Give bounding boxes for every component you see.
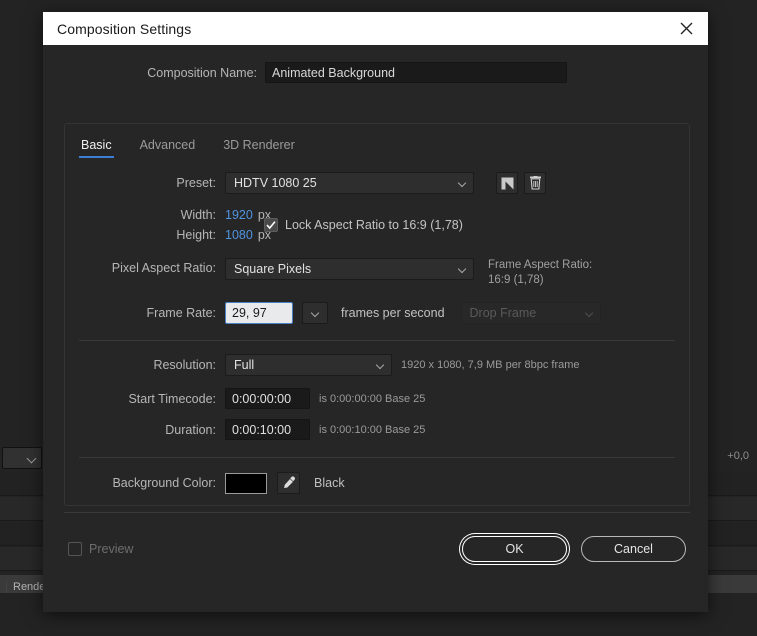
ok-button[interactable]: OK xyxy=(462,536,567,562)
footer-buttons: OK Cancel xyxy=(462,536,686,562)
resolution-value: Full xyxy=(234,358,254,372)
delete-preset-button[interactable] xyxy=(524,172,546,194)
save-preset-icon xyxy=(501,177,514,190)
background-color-swatch[interactable] xyxy=(225,473,267,494)
close-button[interactable] xyxy=(664,12,708,45)
close-icon xyxy=(680,22,693,35)
composition-name-input[interactable] xyxy=(265,62,567,83)
dialog-titlebar: Composition Settings xyxy=(43,12,708,45)
eyedropper-button[interactable] xyxy=(277,472,300,494)
background-render-label: Rende xyxy=(6,581,45,593)
cancel-button[interactable]: Cancel xyxy=(581,536,686,562)
preview-row: Preview xyxy=(68,542,133,556)
frame-aspect-ratio-label: Frame Aspect Ratio: xyxy=(488,258,592,273)
height-label: Height: xyxy=(65,228,225,242)
height-value[interactable]: 1080 xyxy=(225,228,253,242)
background-timeline-row xyxy=(0,522,46,546)
height-unit: px xyxy=(258,228,271,242)
frame-rate-label: Frame Rate: xyxy=(65,306,225,320)
frame-rate-unit-label: frames per second xyxy=(341,306,445,320)
chevron-down-icon xyxy=(458,179,466,187)
chevron-down-icon xyxy=(376,361,384,369)
background-dropdown[interactable] xyxy=(2,447,42,469)
preview-label: Preview xyxy=(89,542,133,556)
background-color-label: Background Color: xyxy=(65,476,225,490)
composition-settings-dialog: Composition Settings Composition Name: B… xyxy=(43,12,708,612)
frame-rate-input[interactable] xyxy=(225,302,293,324)
pixel-aspect-ratio-value: Square Pixels xyxy=(234,262,311,276)
tab-3d-renderer[interactable]: 3D Renderer xyxy=(217,138,317,158)
dialog-body: Composition Name: Basic Advanced 3D Rend… xyxy=(43,45,708,612)
frame-aspect-ratio-block: Frame Aspect Ratio: 16:9 (1,78) xyxy=(488,258,592,288)
dialog-title: Composition Settings xyxy=(57,21,191,37)
pixel-aspect-ratio-label: Pixel Aspect Ratio: xyxy=(65,258,225,275)
chevron-down-icon xyxy=(458,265,466,273)
background-timeline-row xyxy=(0,497,46,521)
chevron-down-icon xyxy=(311,309,319,317)
lock-aspect-ratio-label: Lock Aspect Ratio to 16:9 (1,78) xyxy=(285,218,463,232)
settings-tab-panel: Basic Advanced 3D Renderer Preset: HDTV … xyxy=(64,123,690,506)
preview-checkbox[interactable] xyxy=(68,542,82,556)
background-offset-value: +0,0 xyxy=(727,450,749,462)
frame-aspect-ratio-value: 16:9 (1,78) xyxy=(488,273,592,288)
preset-row: Preset: HDTV 1080 25 xyxy=(65,172,689,194)
preset-select[interactable]: HDTV 1080 25 xyxy=(225,172,474,194)
preset-label: Preset: xyxy=(65,176,225,190)
save-preset-button[interactable] xyxy=(496,172,518,194)
pixel-aspect-ratio-row: Pixel Aspect Ratio: Square Pixels Frame … xyxy=(65,258,689,288)
pixel-aspect-ratio-select[interactable]: Square Pixels xyxy=(225,258,474,280)
start-timecode-input[interactable] xyxy=(225,388,310,409)
resolution-label: Resolution: xyxy=(65,358,225,372)
chevron-down-icon xyxy=(584,309,592,317)
width-label: Width: xyxy=(65,208,225,222)
background-timeline-row xyxy=(0,472,46,496)
duration-row: Duration: is 0:00:10:00 Base 25 xyxy=(65,419,689,440)
section-divider xyxy=(79,457,675,458)
tab-advanced[interactable]: Advanced xyxy=(134,138,218,158)
tab-basic-label: Basic xyxy=(81,138,112,152)
duration-input[interactable] xyxy=(225,419,310,440)
start-timecode-label: Start Timecode: xyxy=(65,392,225,406)
drop-frame-value: Drop Frame xyxy=(470,306,537,320)
start-timecode-row: Start Timecode: is 0:00:00:00 Base 25 xyxy=(65,388,689,409)
dialog-footer: Preview OK Cancel xyxy=(64,512,690,584)
resolution-select[interactable]: Full xyxy=(225,354,392,376)
trash-icon xyxy=(529,176,542,190)
width-value[interactable]: 1920 xyxy=(225,208,253,222)
background-color-name: Black xyxy=(314,476,345,490)
tab-3d-renderer-label: 3D Renderer xyxy=(223,138,295,152)
resolution-row: Resolution: Full 1920 x 1080, 7,9 MB per… xyxy=(65,354,689,376)
tab-basic[interactable]: Basic xyxy=(75,138,134,158)
eyedropper-icon xyxy=(282,476,296,490)
tab-bar: Basic Advanced 3D Renderer xyxy=(65,124,689,158)
background-color-row: Background Color: Black xyxy=(65,472,689,494)
duration-label: Duration: xyxy=(65,423,225,437)
preset-value: HDTV 1080 25 xyxy=(234,176,317,190)
resolution-note: 1920 x 1080, 7,9 MB per 8bpc frame xyxy=(401,359,580,371)
frame-rate-dropdown-button[interactable] xyxy=(302,302,328,324)
composition-name-label: Composition Name: xyxy=(43,66,265,80)
section-divider xyxy=(79,340,675,341)
chevron-down-icon xyxy=(27,454,37,464)
composition-name-row: Composition Name: xyxy=(43,45,708,83)
start-timecode-note: is 0:00:00:00 Base 25 xyxy=(319,393,425,405)
drop-frame-select: Drop Frame xyxy=(461,302,601,324)
background-timeline-row xyxy=(0,547,46,571)
frame-rate-row: Frame Rate: frames per second Drop Frame xyxy=(65,302,689,324)
duration-note: is 0:00:10:00 Base 25 xyxy=(319,424,425,436)
tab-advanced-label: Advanced xyxy=(140,138,196,152)
